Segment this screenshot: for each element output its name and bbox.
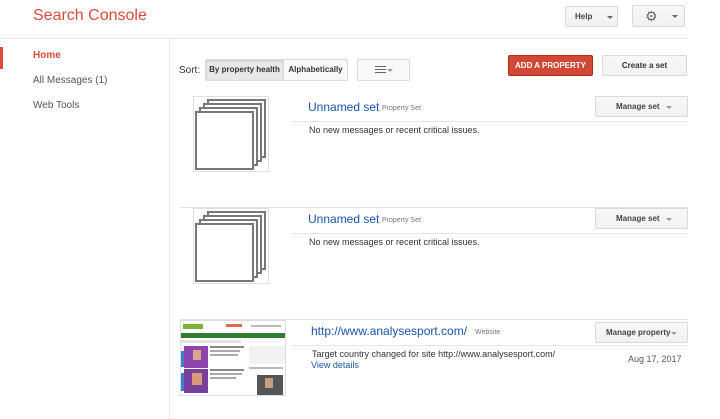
property-card: Unnamed set Property Set No new messages… [180, 208, 688, 320]
manage-set-button[interactable]: Manage set [595, 96, 688, 117]
property-type-label: Website [475, 329, 501, 336]
chevron-down-icon [671, 332, 677, 335]
manage-set-label: Manage set [616, 102, 660, 111]
manage-set-button[interactable]: Manage set [595, 208, 688, 229]
property-type-label: Property Set [382, 105, 421, 112]
card-divider [292, 121, 688, 122]
sidebar: Home All Messages (1) Web Tools [0, 39, 170, 419]
property-message: No new messages or recent critical issue… [309, 237, 480, 247]
property-set-thumbnail[interactable] [193, 208, 269, 284]
app-title[interactable]: Search Console [33, 7, 147, 25]
chevron-down-icon [666, 106, 672, 109]
sort-alphabetically-button[interactable]: Alphabetically [284, 59, 348, 81]
property-message: Target country changed for site http://w… [312, 349, 556, 359]
sidebar-item-home[interactable]: Home [33, 50, 61, 61]
sidebar-item-all-messages[interactable]: All Messages (1) [33, 75, 107, 86]
view-details-link[interactable]: View details [311, 360, 359, 370]
top-bar: Search Console Help ⚙ [0, 0, 720, 38]
manage-set-label: Manage set [616, 214, 660, 223]
manage-property-label: Manage property [606, 328, 671, 337]
help-label: Help [575, 12, 593, 21]
gear-icon: ⚙ [645, 8, 658, 24]
list-view-icon [375, 66, 386, 75]
sort-label: Sort: [179, 65, 201, 76]
site-preview-image [181, 321, 285, 395]
chevron-down-icon [672, 15, 678, 18]
site-screenshot-thumbnail[interactable] [180, 320, 286, 396]
chevron-down-icon [387, 69, 393, 72]
settings-button[interactable]: ⚙ [632, 5, 685, 27]
property-title-link[interactable]: Unnamed set [308, 212, 379, 226]
create-set-button[interactable]: Create a set [602, 55, 687, 76]
sort-by-health-button[interactable]: By property health [205, 59, 284, 81]
card-divider [292, 345, 688, 346]
view-options-button[interactable] [357, 59, 410, 81]
property-card: http://www.analysesport.com/ Website Tar… [180, 320, 688, 419]
help-button[interactable]: Help [565, 6, 618, 27]
property-type-label: Property Set [382, 217, 421, 224]
property-card: Unnamed set Property Set No new messages… [180, 96, 688, 208]
manage-property-button[interactable]: Manage property [595, 322, 688, 343]
message-date: Aug 17, 2017 [628, 354, 682, 364]
property-set-thumbnail[interactable] [193, 96, 269, 172]
card-divider [292, 233, 688, 234]
chevron-down-icon [607, 16, 613, 19]
property-message: No new messages or recent critical issue… [309, 125, 480, 135]
property-title-link[interactable]: http://www.analysesport.com/ [311, 324, 467, 338]
chevron-down-icon [666, 218, 672, 221]
sidebar-item-web-tools[interactable]: Web Tools [33, 100, 79, 111]
active-indicator [0, 47, 3, 69]
property-title-link[interactable]: Unnamed set [308, 100, 379, 114]
add-property-button[interactable]: ADD A PROPERTY [508, 55, 593, 76]
